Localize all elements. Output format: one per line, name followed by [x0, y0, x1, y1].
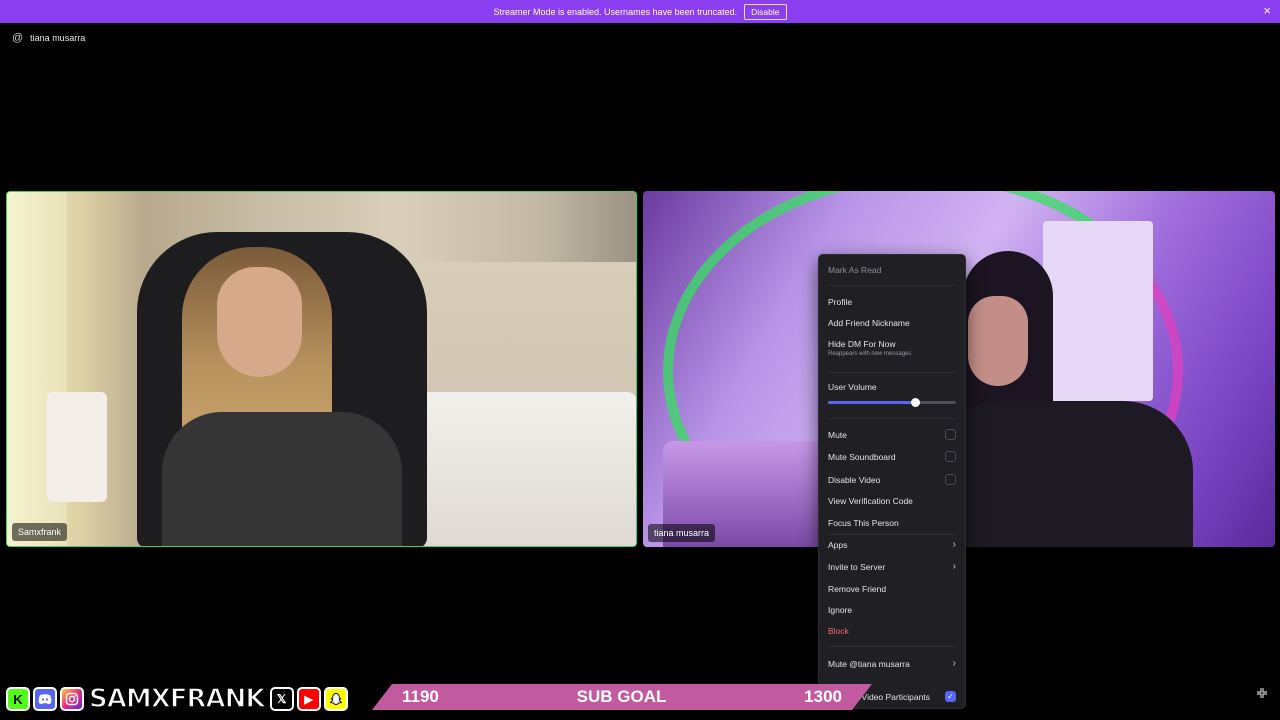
kick-icon: K	[6, 687, 30, 711]
dm-header: @ tiana musarra	[12, 32, 85, 44]
menu-item-label: Mute	[828, 429, 847, 440]
menu-item-invite-to-server[interactable]: Invite to Server ›	[828, 561, 956, 572]
chevron-right-icon: ›	[952, 539, 956, 550]
menu-item-label: Invite to Server	[828, 561, 886, 572]
shrink-glyph	[1257, 688, 1267, 698]
x-icon: 𝕏	[269, 687, 294, 711]
sub-goal-current: 1190	[402, 687, 439, 706]
menu-separator	[828, 418, 956, 419]
menu-separator	[828, 534, 956, 535]
sub-goal-label: SUB GOAL	[576, 687, 667, 706]
menu-item-label: Focus This Person	[828, 518, 899, 528]
volume-slider-handle[interactable]	[911, 398, 921, 407]
menu-item-mark-as-read[interactable]: Mark As Read	[828, 265, 956, 275]
menu-separator	[828, 285, 956, 286]
mute-checkbox[interactable]	[945, 429, 956, 440]
menu-item-label: Disable Video	[828, 474, 881, 485]
tile-name-label: tiana musarra	[648, 524, 716, 542]
menu-item-label: n-Video Participants	[854, 691, 930, 702]
menu-item-label: Apps	[828, 539, 848, 550]
sub-goal-target: 1300	[804, 687, 842, 706]
menu-item-apps[interactable]: Apps ›	[828, 539, 956, 550]
instagram-icon	[60, 687, 84, 711]
call-window: Streamer Mode is enabled. Usernames have…	[0, 0, 1280, 720]
instagram-glyph	[65, 692, 79, 706]
stream-overlay-socials: K SAMXFRANK 𝕏 ▶	[6, 683, 348, 715]
minimize-fullscreen-icon[interactable]	[1256, 687, 1268, 702]
person-shirt	[933, 401, 1193, 547]
menu-item-disable-video[interactable]: Disable Video	[828, 474, 956, 485]
menu-item-profile[interactable]: Profile	[828, 297, 956, 307]
close-icon[interactable]: ×	[1263, 4, 1271, 18]
volume-slider-fill	[828, 401, 916, 404]
menu-item-label: User Volume	[828, 382, 877, 392]
menu-item-mute-user[interactable]: Mute @tiana musarra ›	[828, 658, 956, 669]
chevron-right-icon: ›	[952, 561, 956, 572]
discord-glyph	[38, 693, 52, 704]
menu-separator	[828, 372, 956, 373]
video-tile-samxfrank[interactable]: Samxfrank	[6, 191, 637, 547]
menu-item-label: Add Friend Nickname	[828, 318, 910, 328]
menu-separator	[828, 646, 956, 647]
menu-item-label: Hide DM For Now Reappears with new messag…	[828, 339, 911, 357]
youtube-icon: ▶	[296, 687, 321, 711]
menu-item-label: Mute Soundboard	[828, 451, 896, 462]
door	[1043, 221, 1153, 401]
banner-message: Streamer Mode is enabled. Usernames have…	[493, 6, 738, 17]
discord-icon	[33, 687, 57, 711]
chevron-right-icon: ›	[952, 658, 956, 669]
menu-item-ignore[interactable]: Ignore	[828, 605, 956, 615]
disable-video-checkbox[interactable]	[945, 474, 956, 485]
menu-item-label: Mute @tiana musarra	[828, 658, 910, 669]
menu-item-label: Ignore	[828, 605, 853, 615]
menu-item-label: View Verification Code	[828, 496, 913, 506]
sub-goal-bar: 1190 SUB GOAL 1300	[372, 684, 872, 710]
menu-item-mute[interactable]: Mute	[828, 429, 956, 440]
snapchat-glyph	[328, 693, 343, 705]
menu-item-focus-this-person[interactable]: Focus This Person	[828, 518, 956, 528]
menu-item-hide-dm[interactable]: Hide DM For Now Reappears with new messag…	[828, 339, 956, 357]
menu-item-label: Profile	[828, 297, 853, 307]
bed	[397, 392, 636, 546]
person-face	[217, 267, 302, 377]
person-face	[968, 296, 1028, 386]
disable-streamer-mode-button[interactable]: Disable	[744, 3, 787, 20]
streamer-brand-name: SAMXFRANK	[88, 683, 266, 715]
menu-item-remove-friend[interactable]: Remove Friend	[828, 584, 956, 594]
menu-item-view-verification-code[interactable]: View Verification Code	[828, 496, 956, 506]
hamper	[47, 392, 107, 502]
menu-item-block[interactable]: Block	[828, 626, 956, 636]
tile-name-label: Samxfrank	[12, 523, 68, 541]
menu-item-label: Mark As Read	[828, 265, 882, 275]
menu-item-add-friend-nickname[interactable]: Add Friend Nickname	[828, 318, 956, 328]
snapchat-icon	[323, 687, 348, 711]
at-icon: @	[12, 32, 24, 44]
user-volume-label: User Volume	[828, 382, 956, 392]
hide-dm-label: Hide DM For Now	[828, 339, 896, 349]
menu-item-mute-soundboard[interactable]: Mute Soundboard	[828, 451, 956, 462]
hide-dm-sublabel: Reappears with new messages	[828, 351, 912, 357]
dm-recipient-name[interactable]: tiana musarra	[30, 33, 85, 43]
menu-item-label: Remove Friend	[828, 584, 887, 594]
person-hoodie	[162, 412, 402, 546]
mute-soundboard-checkbox[interactable]	[945, 451, 956, 462]
check-icon[interactable]: ✓	[945, 691, 956, 702]
streamer-mode-banner: Streamer Mode is enabled. Usernames have…	[0, 0, 1280, 23]
user-context-menu: Mark As Read Profile Add Friend Nickname…	[818, 254, 966, 709]
user-volume-slider[interactable]	[828, 398, 956, 407]
menu-item-label: Block	[828, 626, 849, 636]
